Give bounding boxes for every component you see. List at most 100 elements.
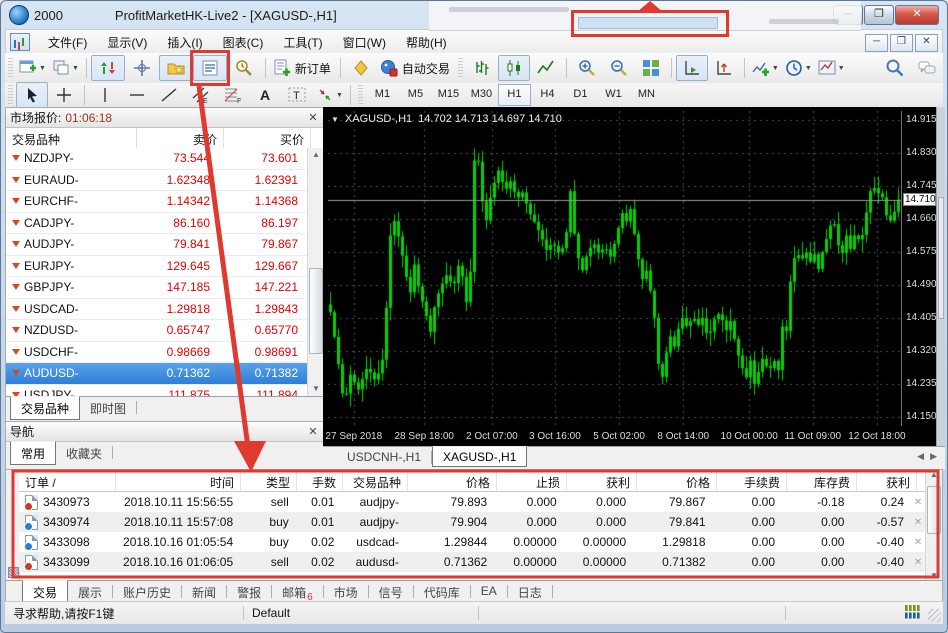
terminal-column-5[interactable]: 价格 bbox=[408, 470, 497, 491]
order-row[interactable]: 34330992018.10.16 01:06:05sell0.02audusd… bbox=[19, 552, 926, 572]
toolbar-grip[interactable] bbox=[458, 58, 463, 78]
terminal-column-4[interactable]: 交易品种 bbox=[343, 470, 408, 491]
market-watch-close-icon[interactable]: ✕ bbox=[306, 111, 320, 124]
toolbar-grip[interactable] bbox=[8, 58, 13, 78]
market-watch-row[interactable]: EURCHF-1.143421.14368 bbox=[6, 191, 308, 213]
market-watch-row[interactable]: GBPJPY-147.185147.221 bbox=[6, 277, 308, 299]
chart-minimize-button[interactable]: ─ bbox=[865, 34, 888, 52]
market-watch-row[interactable]: USDCHF-0.986690.98691 bbox=[6, 342, 308, 364]
candlestick-chart-button[interactable] bbox=[498, 55, 530, 81]
market-watch-row[interactable]: USDJPY-111.875111.894 bbox=[6, 385, 308, 397]
market-watch-row[interactable]: NZDUSD-0.657470.65770 bbox=[6, 320, 308, 342]
market-watch-row[interactable]: EURJPY-129.645129.667 bbox=[6, 256, 308, 278]
vertical-line-button[interactable] bbox=[89, 82, 121, 108]
terminal-tab-8[interactable]: 代码库 bbox=[414, 581, 470, 603]
auto-scroll-button[interactable] bbox=[676, 55, 708, 81]
menu-item-5[interactable]: 窗口(W) bbox=[333, 31, 396, 54]
chat-button[interactable] bbox=[911, 55, 943, 81]
dropdown-arrow-icon[interactable]: ▼ bbox=[72, 65, 79, 72]
bar-chart-button[interactable] bbox=[466, 55, 498, 81]
data-window-button[interactable] bbox=[125, 55, 159, 81]
templates-button[interactable]: ▼ bbox=[815, 55, 848, 81]
column-bid[interactable]: 卖价 bbox=[137, 128, 224, 148]
price-axis[interactable]: 14.91514.83014.74514.66014.57514.49014.4… bbox=[902, 111, 937, 426]
timeframe-m5-button[interactable]: M5 bbox=[399, 84, 432, 106]
terminal-column-10[interactable]: 库存费 bbox=[787, 470, 857, 491]
metaeditor-button[interactable] bbox=[345, 55, 377, 81]
toolbar-grip[interactable] bbox=[358, 85, 363, 105]
tile-windows-button[interactable] bbox=[635, 55, 667, 81]
terminal-scrollbar[interactable]: ▲ ▼ bbox=[925, 470, 942, 580]
market-watch-row[interactable]: AUDJPY-79.84179.867 bbox=[6, 234, 308, 256]
toolbar-grip[interactable] bbox=[8, 85, 13, 105]
crosshair-button[interactable] bbox=[48, 82, 80, 108]
navigator-tab-0[interactable]: 常用 bbox=[10, 441, 56, 465]
terminal-tab-6[interactable]: 市场 bbox=[324, 581, 368, 603]
terminal-tab-9[interactable]: EA bbox=[471, 581, 507, 600]
timeframe-h1-button[interactable]: H1 bbox=[498, 84, 531, 106]
dropdown-arrow-icon[interactable]: ▼ bbox=[39, 65, 46, 72]
navigator-close-icon[interactable]: ✕ bbox=[306, 425, 320, 438]
restore-button[interactable]: ❐ bbox=[864, 5, 894, 25]
new-chart-button[interactable]: ▼ bbox=[16, 55, 49, 81]
scroll-down-icon[interactable]: ▼ bbox=[926, 571, 942, 580]
terminal-tab-7[interactable]: 信号 bbox=[369, 581, 413, 603]
terminal-column-3[interactable]: 手数 bbox=[297, 470, 343, 491]
menu-item-6[interactable]: 帮助(H) bbox=[396, 31, 457, 54]
chart-vertical-scrollbar[interactable] bbox=[936, 107, 945, 446]
timeframe-m15-button[interactable]: M15 bbox=[432, 84, 465, 106]
scrollbar-thumb[interactable] bbox=[309, 268, 323, 354]
timeframe-m30-button[interactable]: M30 bbox=[465, 84, 498, 106]
timeframe-w1-button[interactable]: W1 bbox=[597, 84, 630, 106]
menu-item-1[interactable]: 显示(V) bbox=[97, 31, 157, 54]
horizontal-line-button[interactable] bbox=[121, 82, 153, 108]
terminal-tab-2[interactable]: 账户历史 bbox=[113, 581, 181, 603]
chart-tab-0[interactable]: USDCNH-,H1 bbox=[337, 447, 431, 466]
terminal-tab-3[interactable]: 新闻 bbox=[182, 581, 226, 603]
close-order-icon[interactable]: ✕ bbox=[910, 517, 926, 528]
autotrading-button[interactable]: 自动交易 bbox=[377, 55, 455, 81]
strategy-tester-button[interactable] bbox=[227, 55, 261, 81]
navigator-button[interactable] bbox=[159, 55, 193, 81]
chart-restore-button[interactable]: ❐ bbox=[890, 34, 913, 52]
periods-button[interactable]: ▼ bbox=[782, 55, 815, 81]
line-chart-button[interactable] bbox=[530, 55, 562, 81]
cursor-button[interactable] bbox=[16, 82, 48, 108]
chart-tab-1[interactable]: XAGUSD-,H1 bbox=[432, 446, 527, 467]
tab-scroll-right-icon[interactable]: ▶ bbox=[930, 451, 937, 462]
terminal-button[interactable] bbox=[193, 55, 227, 81]
market-watch-row[interactable]: AUDUSD-0.713620.71382 bbox=[6, 363, 308, 385]
zoom-in-button[interactable] bbox=[571, 55, 603, 81]
terminal-column-11[interactable]: 获利 bbox=[857, 470, 917, 491]
market-watch-title-bar[interactable]: 市场报价: 01:06:18 ✕ bbox=[6, 108, 324, 128]
terminal-grip[interactable] bbox=[6, 470, 20, 582]
status-profile[interactable]: Default bbox=[244, 606, 479, 620]
terminal-tab-4[interactable]: 警报 bbox=[227, 581, 271, 603]
market-watch-tab-1[interactable]: 即时图 bbox=[80, 397, 136, 419]
terminal-column-0[interactable]: 订单 / bbox=[19, 470, 116, 491]
market-watch-button[interactable] bbox=[91, 55, 125, 81]
dropdown-arrow-icon[interactable]: ▼ bbox=[838, 65, 845, 72]
close-button[interactable]: ✕ bbox=[895, 5, 939, 25]
scrollbar-thumb[interactable] bbox=[927, 486, 941, 534]
market-watch-row[interactable]: EURAUD-1.623481.62391 bbox=[6, 170, 308, 192]
timeframe-d1-button[interactable]: D1 bbox=[564, 84, 597, 106]
market-watch-row[interactable]: USDCAD-1.298181.29843 bbox=[6, 299, 308, 321]
tab-scroll-left-icon[interactable]: ◀ bbox=[917, 451, 924, 462]
terminal-column-9[interactable]: 手续费 bbox=[717, 470, 787, 491]
terminal-column-6[interactable]: 止损 bbox=[497, 470, 567, 491]
close-order-icon[interactable]: ✕ bbox=[910, 497, 926, 508]
text-label-button[interactable]: T bbox=[281, 82, 313, 108]
time-axis[interactable]: 27 Sep 201828 Sep 18:002 Oct 07:003 Oct … bbox=[328, 430, 901, 446]
market-watch-tab-0[interactable]: 交易品种 bbox=[10, 396, 80, 420]
terminal-column-2[interactable]: 类型 bbox=[241, 470, 297, 491]
chart-dropdown-icon[interactable]: ▼ bbox=[331, 115, 339, 124]
column-symbol[interactable]: 交易品种 bbox=[6, 128, 137, 148]
terminal-tab-1[interactable]: 展示 bbox=[68, 581, 112, 603]
arrows-button[interactable]: ▼ bbox=[313, 82, 346, 108]
scroll-up-icon[interactable]: ▲ bbox=[926, 470, 942, 479]
order-row[interactable]: 34309742018.10.11 15:57:08buy0.01audjpy-… bbox=[19, 512, 926, 532]
dropdown-arrow-icon[interactable]: ▼ bbox=[805, 65, 812, 72]
order-row[interactable]: 34330982018.10.16 01:05:54buy0.02usdcad-… bbox=[19, 532, 926, 552]
dropdown-arrow-icon[interactable]: ▼ bbox=[336, 92, 343, 99]
